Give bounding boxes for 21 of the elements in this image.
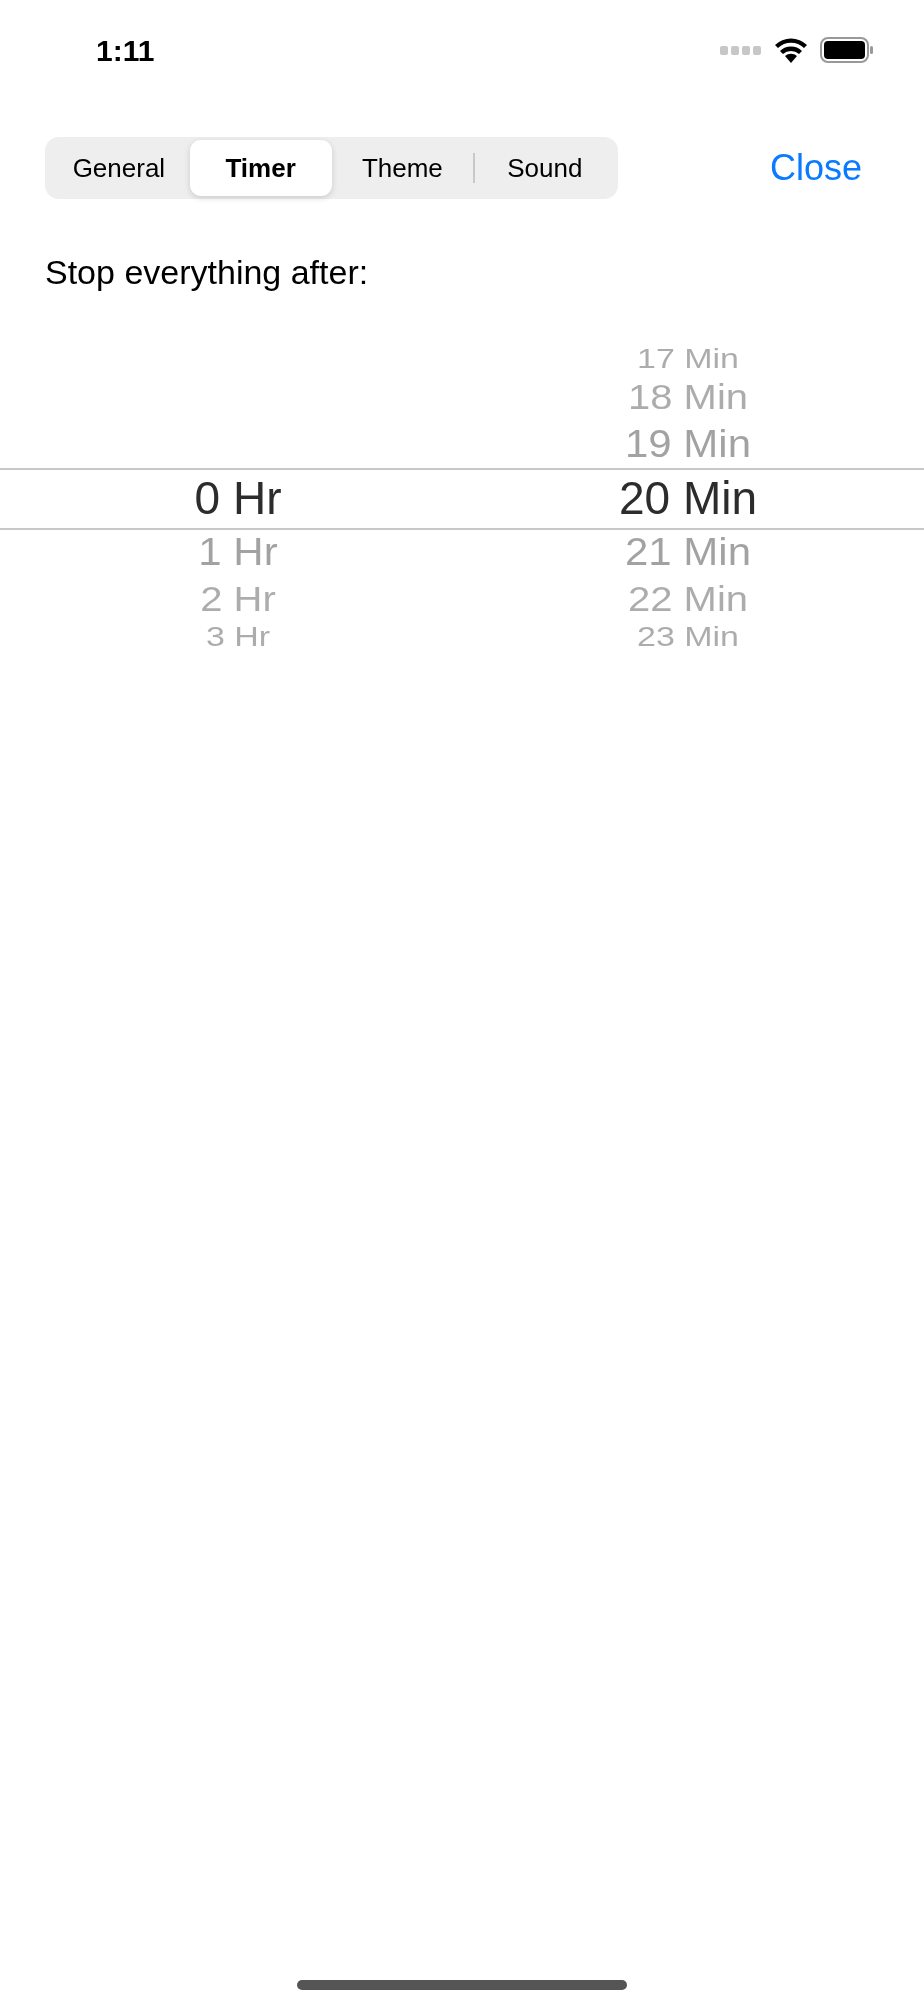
status-time: 1:11 bbox=[96, 32, 155, 69]
picker-option[interactable]: 19 Min bbox=[624, 424, 752, 464]
battery-icon bbox=[820, 37, 874, 63]
picker-option[interactable]: 1 Hr bbox=[198, 532, 278, 572]
close-button[interactable]: Close bbox=[769, 141, 862, 195]
picker-option[interactable]: 21 Min bbox=[624, 532, 752, 572]
prompt-label: Stop everything after: bbox=[45, 252, 370, 293]
picker-option[interactable]: 3 Hr bbox=[205, 623, 271, 651]
tab[interactable]: General bbox=[48, 140, 190, 196]
picker-option[interactable]: 0 Hr bbox=[194, 475, 282, 521]
picker-option[interactable]: 2 Hr bbox=[200, 581, 276, 617]
tab[interactable]: Timer bbox=[189, 140, 332, 196]
picker-option[interactable]: 20 Min bbox=[618, 475, 758, 521]
signal-icon bbox=[720, 45, 762, 55]
tab[interactable]: Theme bbox=[331, 140, 474, 196]
picker-option[interactable]: 18 Min bbox=[627, 379, 749, 415]
picker-option[interactable]: 22 Min bbox=[627, 581, 749, 617]
picker-option[interactable]: 17 Min bbox=[636, 345, 740, 373]
wifi-icon bbox=[774, 37, 808, 63]
tab[interactable]: Sound bbox=[474, 140, 615, 196]
picker-option[interactable]: 23 Min bbox=[636, 623, 740, 651]
